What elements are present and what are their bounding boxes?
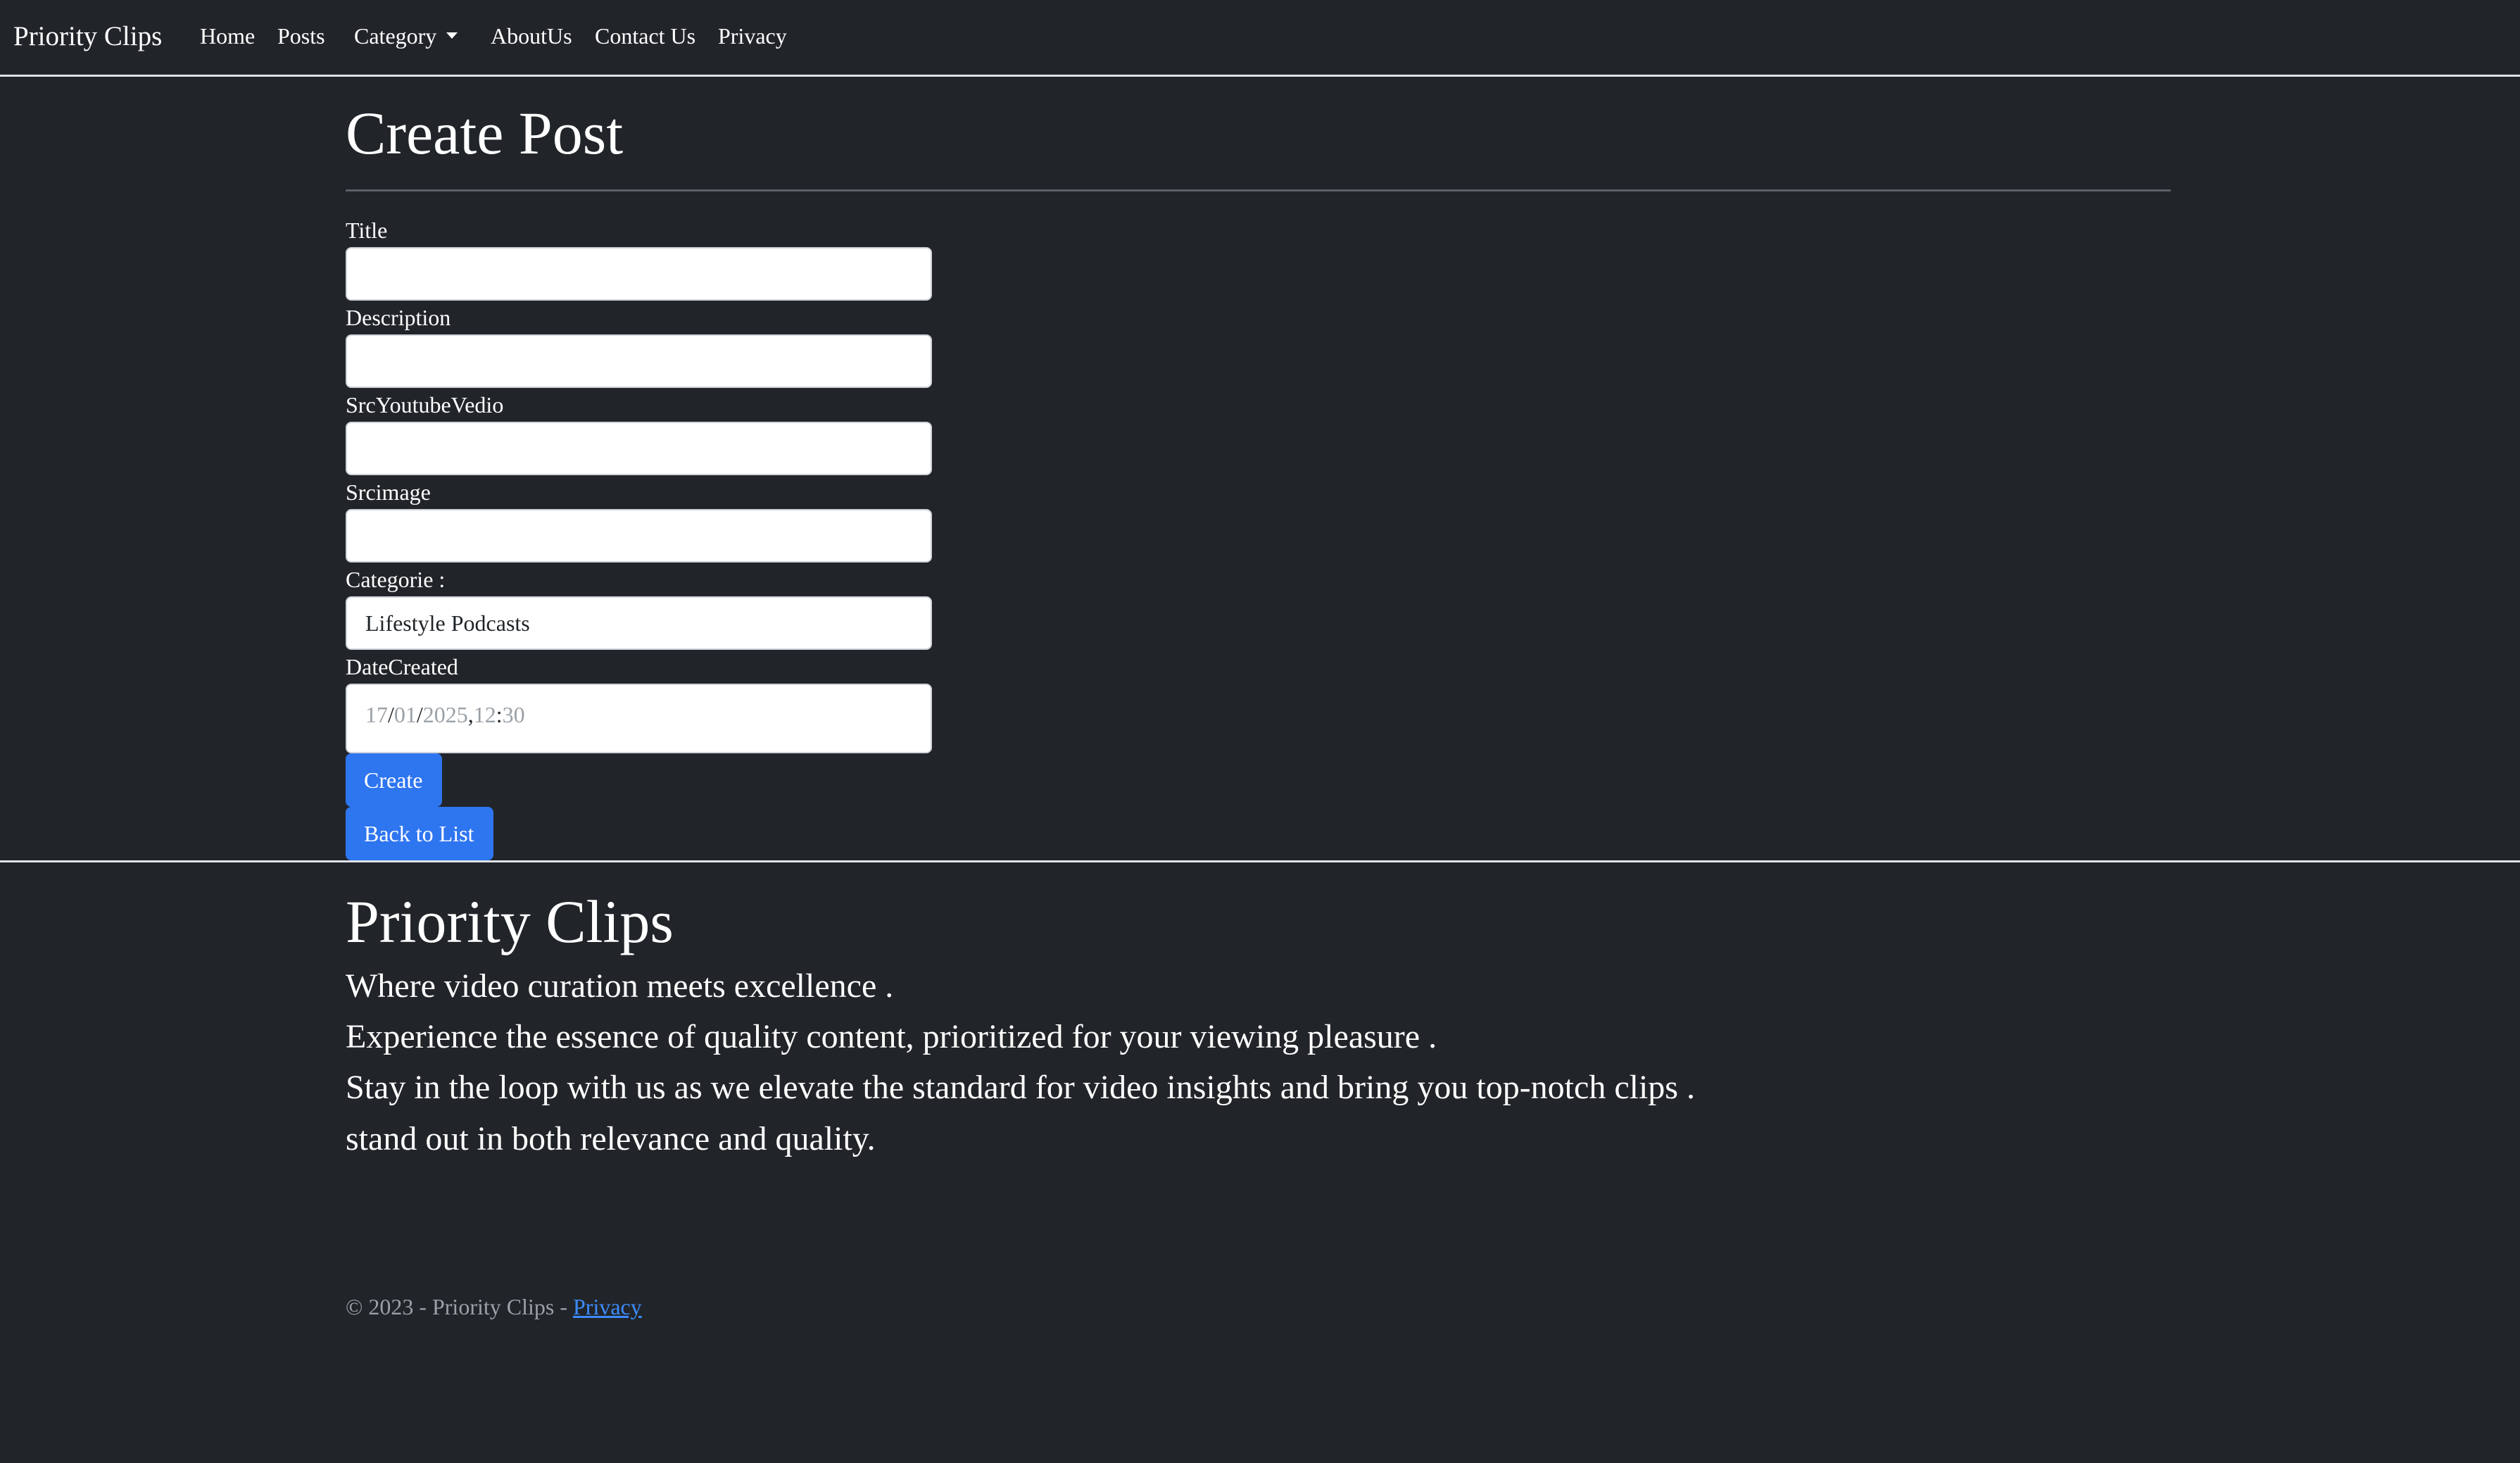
navbar-brand[interactable]: Priority Clips — [13, 20, 162, 52]
date-month[interactable]: 01 — [394, 702, 417, 728]
date-day[interactable]: 17 — [365, 702, 388, 728]
nav-contact-link[interactable]: Contact Us — [595, 23, 695, 49]
footer-divider — [0, 860, 2520, 862]
caret-down-icon — [446, 32, 458, 39]
date-created-label: DateCreated — [346, 654, 458, 679]
image-src-label: Srcimage — [346, 479, 431, 505]
create-button[interactable]: Create — [346, 753, 442, 807]
time-minute[interactable]: 30 — [503, 702, 525, 728]
footer-tagline: Where video curation meets excellence . — [346, 967, 894, 1005]
footer-brand-title: Priority Clips — [346, 888, 674, 955]
footer-tagline: Experience the essence of quality conten… — [346, 1018, 1437, 1055]
description-label: Description — [346, 305, 451, 330]
category-selected-value: Lifestyle Podcasts — [365, 610, 530, 636]
description-input[interactable] — [346, 334, 932, 388]
footer-tagline: Stay in the loop with us as we elevate t… — [346, 1069, 1695, 1106]
date-year[interactable]: 2025 — [423, 702, 468, 728]
top-navbar: Priority Clips Home Posts Category About… — [0, 0, 2520, 77]
youtube-src-input[interactable] — [346, 422, 932, 475]
nav-category-label: Category — [354, 23, 437, 49]
nav-category-dropdown[interactable]: Category — [354, 23, 458, 49]
title-divider — [346, 189, 2171, 191]
footer-privacy-link[interactable]: Privacy — [573, 1294, 642, 1319]
title-label: Title — [346, 218, 388, 243]
category-label: Categorie : — [346, 567, 446, 592]
image-src-input[interactable] — [346, 509, 932, 563]
footer-tagline: stand out in both relevance and quality. — [346, 1120, 876, 1157]
nav-privacy-link[interactable]: Privacy — [718, 23, 787, 49]
date-separator: / — [388, 702, 394, 727]
youtube-src-label: SrcYoutubeVedio — [346, 392, 504, 417]
time-separator: : — [496, 702, 503, 727]
nav-posts-link[interactable]: Posts — [277, 23, 325, 49]
time-hour[interactable]: 12 — [474, 702, 496, 728]
page-title: Create Post — [346, 99, 624, 167]
date-time-separator: , — [467, 702, 474, 727]
copyright-label: © 2023 - Priority Clips - — [346, 1294, 573, 1319]
category-select[interactable]: Lifestyle Podcasts — [346, 596, 932, 650]
date-created-input[interactable]: 17/01/2025, 12:30 — [346, 684, 932, 753]
back-to-list-button[interactable]: Back to List — [346, 807, 493, 860]
title-input[interactable] — [346, 247, 932, 301]
nav-about-link[interactable]: AboutUs — [491, 23, 572, 49]
copyright-text: © 2023 - Priority Clips - Privacy — [346, 1294, 642, 1320]
date-separator: / — [416, 702, 423, 727]
nav-home-link[interactable]: Home — [200, 23, 255, 49]
